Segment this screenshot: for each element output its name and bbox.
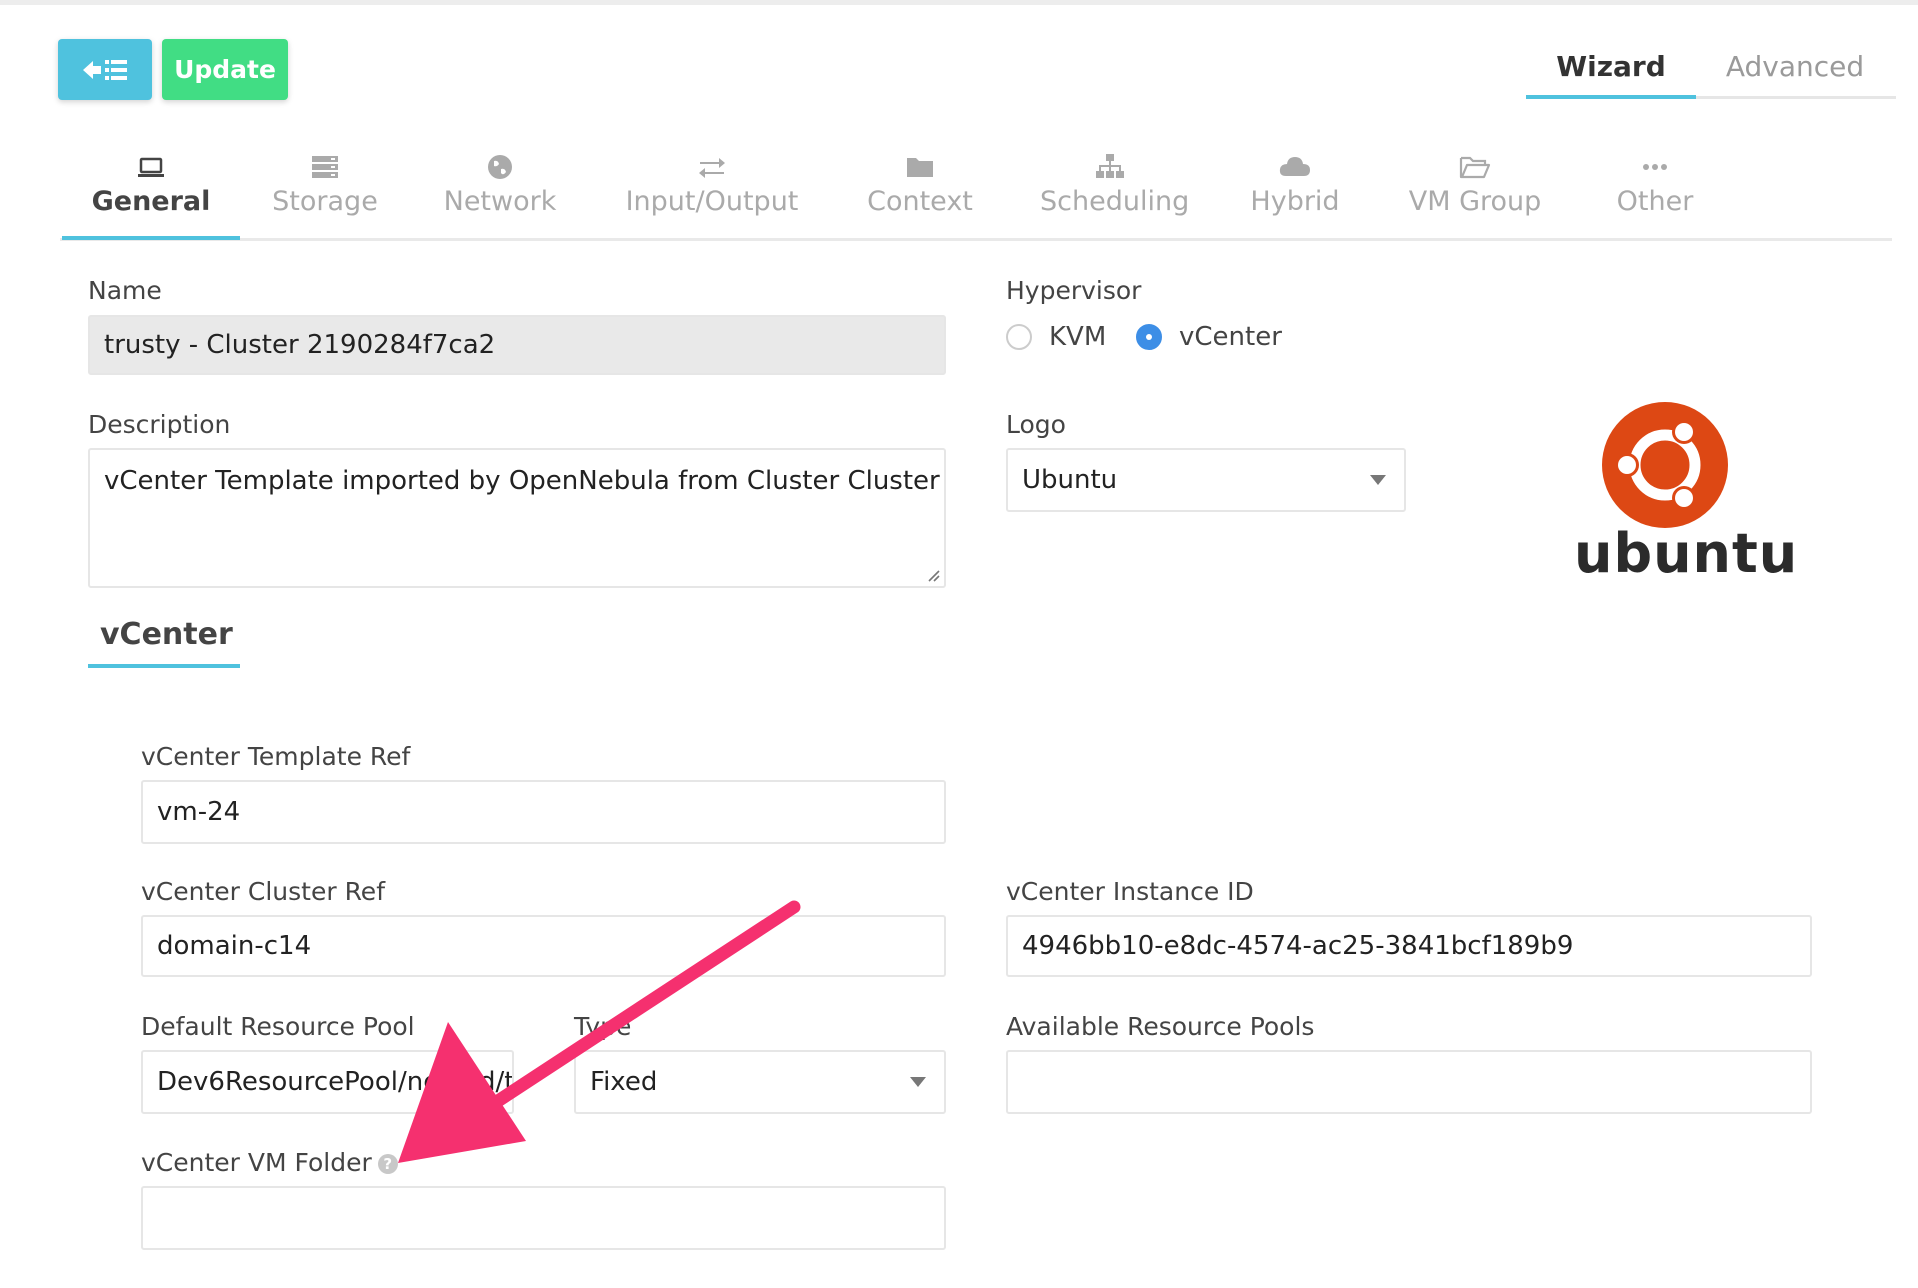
tab-wizard[interactable]: Wizard	[1526, 50, 1696, 98]
available-resource-pools-label: Available Resource Pools	[1006, 1012, 1315, 1041]
ubuntu-logo-icon	[1602, 402, 1728, 528]
hypervisor-kvm-radio[interactable]	[1006, 324, 1032, 350]
hypervisor-vcenter-label[interactable]: vCenter	[1179, 322, 1282, 352]
globe-icon	[488, 155, 512, 179]
ellipsis-icon	[1643, 164, 1667, 170]
default-resource-pool-label: Default Resource Pool	[141, 1012, 415, 1041]
tab-label: Hybrid	[1250, 186, 1340, 217]
chevron-down-icon	[1370, 475, 1386, 485]
hypervisor-label: Hypervisor	[1006, 276, 1142, 305]
back-to-list-icon	[83, 59, 127, 80]
hypervisor-vcenter-radio[interactable]	[1136, 324, 1162, 350]
vcenter-instance-id-label: vCenter Instance ID	[1006, 877, 1254, 906]
tab-hybrid[interactable]: Hybrid	[1235, 152, 1355, 217]
tab-label: VM Group	[1408, 186, 1542, 217]
vcenter-vm-folder-input[interactable]	[141, 1186, 946, 1250]
tab-input-output[interactable]: Input/Output	[622, 152, 802, 217]
tab-storage[interactable]: Storage	[265, 152, 385, 217]
storage-icon	[312, 156, 338, 178]
tab-context[interactable]: Context	[860, 152, 980, 217]
ubuntu-logo: ubuntu	[1570, 400, 1799, 590]
view-tabs-underline	[1526, 95, 1896, 99]
tab-network[interactable]: Network	[440, 152, 560, 217]
chevron-down-icon	[910, 1077, 926, 1087]
vcenter-template-ref-label: vCenter Template Ref	[141, 742, 411, 771]
folder-open-icon	[1459, 156, 1491, 179]
tab-scheduling[interactable]: Scheduling	[1040, 152, 1189, 217]
type-select[interactable]: Fixed	[574, 1050, 946, 1114]
type-select-value: Fixed	[590, 1067, 658, 1097]
exchange-icon	[699, 158, 725, 178]
laptop-icon	[138, 157, 164, 177]
vcenter-cluster-ref-input[interactable]: domain-c14	[141, 915, 946, 977]
vcenter-instance-id-input[interactable]: 4946bb10-e8dc-4574-ac25-3841bcf189b9	[1006, 915, 1812, 977]
help-icon[interactable]: ?	[377, 1154, 398, 1174]
type-label: Type	[574, 1012, 632, 1041]
available-resource-pools-input[interactable]	[1006, 1050, 1812, 1114]
tab-advanced[interactable]: Advanced	[1700, 50, 1890, 98]
logo-select-value: Ubuntu	[1022, 465, 1118, 495]
tab-label: Scheduling	[1040, 186, 1190, 217]
back-button[interactable]	[58, 39, 152, 100]
tab-vm-group[interactable]: VM Group	[1405, 152, 1545, 217]
vcenter-vm-folder-label: vCenter VM Folder	[141, 1148, 372, 1177]
tab-active-indicator	[62, 236, 240, 240]
tabs-divider	[60, 238, 1892, 241]
cloud-icon	[1279, 157, 1310, 176]
tab-general[interactable]: General	[62, 152, 240, 217]
folder-icon	[907, 158, 933, 177]
tab-label: Network	[443, 186, 557, 217]
update-button[interactable]: Update	[162, 39, 288, 100]
top-border	[0, 0, 1918, 5]
name-label: Name	[88, 276, 162, 305]
resize-handle-icon[interactable]	[926, 568, 940, 582]
vcenter-section-title[interactable]: vCenter	[100, 617, 233, 652]
default-resource-pool-input[interactable]: Dev6ResourcePool/nested/tiny	[141, 1050, 514, 1114]
description-textarea[interactable]: vCenter Template imported by OpenNebula …	[88, 448, 946, 588]
logo-label: Logo	[1006, 410, 1066, 439]
logo-select[interactable]: Ubuntu	[1006, 448, 1406, 512]
description-value: vCenter Template imported by OpenNebula …	[104, 466, 940, 496]
description-label: Description	[88, 410, 231, 439]
tab-label: Storage	[272, 186, 378, 217]
sitemap-icon	[1096, 154, 1124, 178]
tab-label: General	[91, 186, 211, 217]
name-input[interactable]: trusty - Cluster 2190284f7ca2	[88, 315, 946, 375]
tab-other[interactable]: Other	[1605, 152, 1705, 217]
section-underline	[88, 664, 240, 668]
vcenter-template-ref-input[interactable]: vm-24	[141, 780, 946, 844]
tab-label: Context	[867, 186, 973, 217]
ubuntu-logo-text: ubuntu	[1574, 522, 1799, 585]
vcenter-cluster-ref-label: vCenter Cluster Ref	[141, 877, 385, 906]
tab-label: Input/Output	[625, 186, 799, 217]
hypervisor-kvm-label[interactable]: KVM	[1049, 322, 1106, 352]
tab-label: Other	[1616, 186, 1694, 217]
vcenter-vm-folder-label-group: vCenter VM Folder?	[141, 1148, 398, 1177]
